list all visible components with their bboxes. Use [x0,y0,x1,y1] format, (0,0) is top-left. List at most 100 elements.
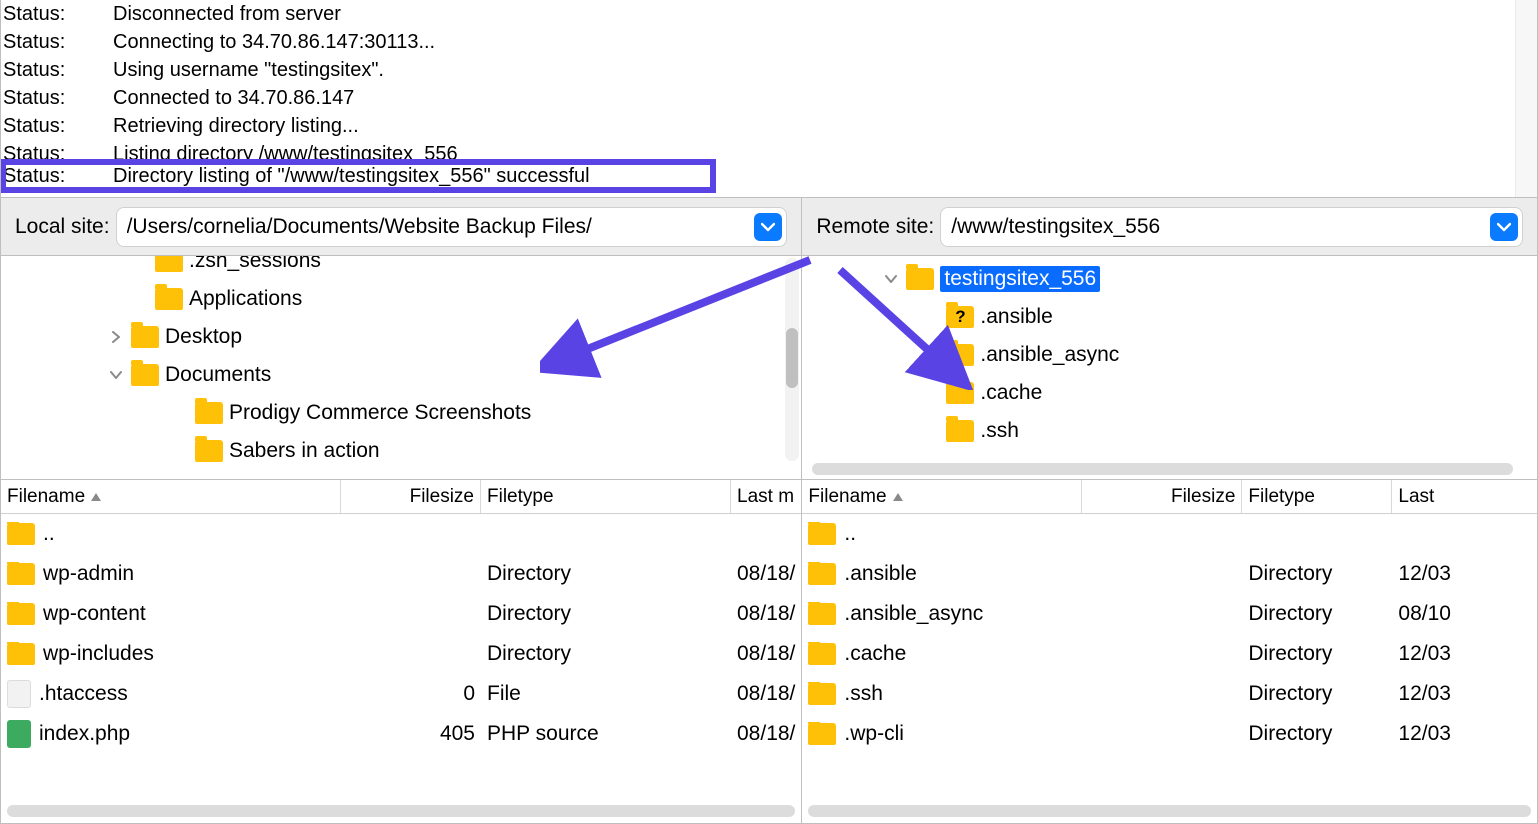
tree-label: .cache [980,381,1042,405]
tree-item[interactable]: Documents [1,356,801,394]
col-filename[interactable]: Filename [802,480,1082,513]
tree-item[interactable]: .zsh_sessions [1,256,801,280]
file-row[interactable]: .. [802,514,1537,554]
tree-item[interactable]: Prodigy Commerce Screenshots [1,394,801,432]
chevron-down-icon[interactable] [882,270,900,288]
log-line: Status: Using username "testingsitex". [3,56,1535,84]
log-line: Status: Connecting to 34.70.86.147:30113… [3,28,1535,56]
folder-icon [906,268,934,290]
file-size: 0 [341,682,481,706]
remote-path-combo[interactable]: /www/testingsitex_556 [940,207,1523,247]
local-tree[interactable]: .zsh_sessions Applications Desktop [1,256,801,480]
file-list-hscroll[interactable] [808,805,1531,817]
file-type: PHP source [481,722,731,746]
chevron-down-icon[interactable] [754,213,782,241]
folder-icon [808,523,836,545]
file-row[interactable]: .. [1,514,801,554]
folder-icon [946,420,974,442]
col-filetype[interactable]: Filetype [481,480,731,513]
tree-item[interactable]: Applications [1,280,801,318]
tree-item[interactable]: .ansible_async [802,336,1537,374]
col-label: Filename [808,486,886,508]
log-scrollbar[interactable] [1515,0,1537,197]
tree-scrollbar[interactable] [785,258,799,461]
file-row[interactable]: .htaccess0File08/18/ [1,674,801,714]
local-path-combo[interactable]: /Users/cornelia/Documents/Website Backup… [116,207,788,247]
file-row[interactable]: .ansible_asyncDirectory08/10 [802,594,1537,634]
col-lastmod[interactable]: Last m [731,480,801,513]
tree-item[interactable]: Desktop [1,318,801,356]
col-filename[interactable]: Filename [1,480,341,513]
sort-asc-icon [891,491,905,503]
folder-icon [946,344,974,366]
chevron-down-icon[interactable] [1490,213,1518,241]
file-row[interactable]: .ansibleDirectory12/03 [802,554,1537,594]
file-row[interactable]: wp-includesDirectory08/18/ [1,634,801,674]
col-label: Filename [7,486,85,508]
file-list-header: Filename Filesize Filetype Last [802,480,1537,514]
folder-icon [131,326,159,348]
log-label: Status: [3,162,113,190]
tree-label: .zsh_sessions [189,256,321,273]
remote-pane: Remote site: /www/testingsitex_556 testi… [801,198,1538,824]
file-row[interactable]: wp-adminDirectory08/18/ [1,554,801,594]
file-row[interactable]: index.php 405PHP source08/18/ [1,714,801,754]
file-name: .ansible [844,562,916,586]
file-row[interactable]: .wp-cli Directory12/03 [802,714,1537,754]
tree-label: testingsitex_556 [940,266,1100,292]
col-filesize[interactable]: Filesize [341,480,481,513]
remote-site-label: Remote site: [816,215,934,239]
tree-item[interactable]: testingsitex_556 [802,260,1537,298]
col-filetype[interactable]: Filetype [1242,480,1392,513]
file-list-hscroll[interactable] [7,805,795,817]
tree-hscroll[interactable] [812,463,1513,475]
tree-item[interactable]: .ssh [802,412,1537,450]
file-row[interactable]: wp-contentDirectory08/18/ [1,594,801,634]
tree-label: Documents [165,363,271,387]
file-name: index.php [39,722,130,746]
file-modified: 08/18/ [731,562,801,586]
log-line: Status: Listing directory /www/testingsi… [3,140,1535,162]
log-line-highlighted: Status: Directory listing of "/www/testi… [3,162,713,190]
local-site-bar: Local site: /Users/cornelia/Documents/We… [1,198,801,256]
col-label: Filesize [1171,486,1235,508]
log-label: Status: [3,84,113,112]
folder-icon [808,603,836,625]
disclosure-none [171,442,189,460]
file-row[interactable]: .sshDirectory12/03 [802,674,1537,714]
log-message: Connecting to 34.70.86.147:30113... [113,28,1535,56]
tree-item[interactable]: .ansible [802,298,1537,336]
file-name: .ssh [844,682,883,706]
folder-icon [808,643,836,665]
file-type: Directory [1242,602,1392,626]
col-lastmod[interactable]: Last [1392,480,1537,513]
file-modified: 08/18/ [731,642,801,666]
file-type: Directory [1242,722,1392,746]
disclosure-none [171,404,189,422]
file-size: 405 [341,722,481,746]
file-modified: 08/18/ [731,722,801,746]
file-row[interactable]: .cacheDirectory12/03 [802,634,1537,674]
col-label: Filetype [487,486,554,508]
file-modified: 12/03 [1392,562,1537,586]
log-message: Directory listing of "/www/testingsitex_… [113,162,713,190]
col-filesize[interactable]: Filesize [1082,480,1242,513]
remote-tree[interactable]: testingsitex_556 .ansible .ansible_async… [802,256,1537,480]
folder-icon [808,723,836,745]
tree-label: Applications [189,287,302,311]
file-type: File [481,682,731,706]
remote-path-text: /www/testingsitex_556 [951,215,1490,239]
chevron-down-icon[interactable] [107,366,125,384]
tree-item[interactable]: .cache [802,374,1537,412]
file-modified: 08/18/ [731,682,801,706]
php-file-icon [7,720,31,748]
file-modified: 12/03 [1392,722,1537,746]
local-file-list[interactable]: Filename Filesize Filetype Last m ..wp-a… [1,480,801,823]
log-label: Status: [3,112,113,140]
remote-file-list[interactable]: Filename Filesize Filetype Last ...ansib… [802,480,1537,823]
log-panel[interactable]: Status: Disconnected from server Status:… [0,0,1538,198]
disclosure-none [131,290,149,308]
file-name: .wp-cli [844,722,904,746]
tree-item[interactable]: Sabers in action [1,432,801,470]
chevron-right-icon[interactable] [107,328,125,346]
